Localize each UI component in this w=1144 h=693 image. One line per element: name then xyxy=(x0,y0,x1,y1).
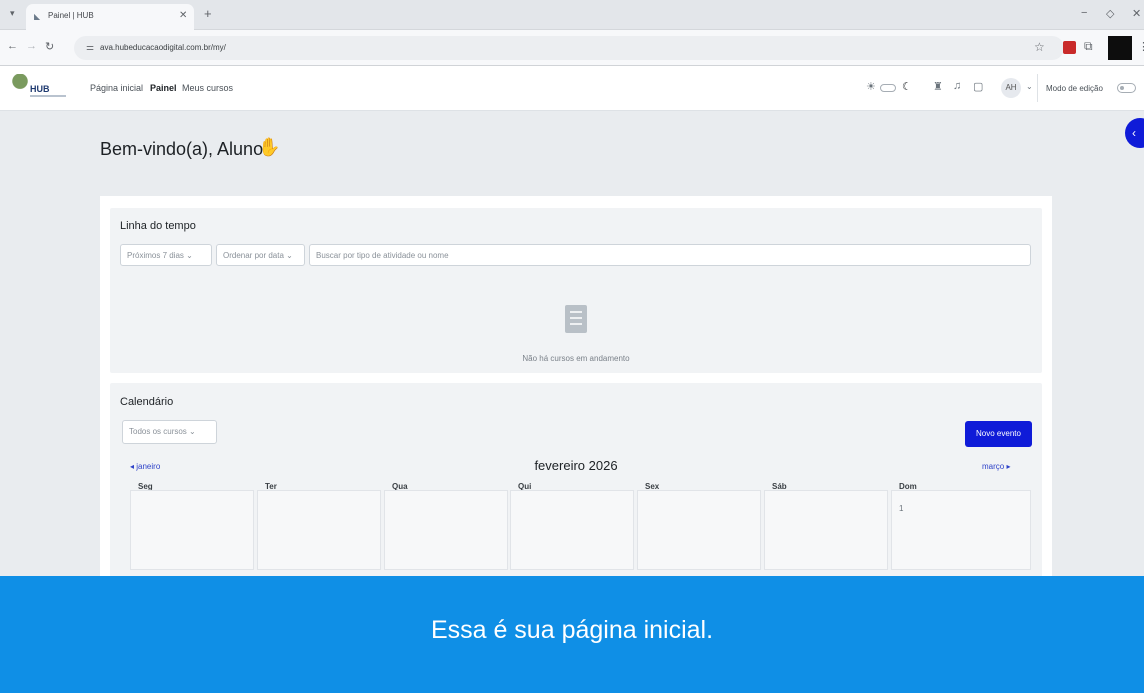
theme-toggle[interactable] xyxy=(880,84,896,92)
site-logo[interactable]: HUB xyxy=(10,74,70,102)
calendar-day-number: 1 xyxy=(899,504,904,513)
favicon-icon: ◣ xyxy=(34,12,41,21)
empty-list-icon xyxy=(565,305,587,333)
tab-search-icon[interactable]: ▾ xyxy=(10,8,15,19)
calendar-course-filter[interactable]: Todos os cursos ⌄ xyxy=(122,420,217,444)
nav-link-home[interactable]: Página inicial xyxy=(90,83,143,93)
profile-avatar[interactable] xyxy=(1108,36,1132,60)
nav-link-my-courses[interactable]: Meus cursos xyxy=(182,83,233,93)
calendar-day-cell[interactable] xyxy=(257,490,381,570)
edit-mode-toggle[interactable] xyxy=(1117,83,1136,93)
browser-menu-icon[interactable]: ⋮ xyxy=(1138,40,1144,53)
user-avatar[interactable]: AH xyxy=(1001,78,1021,98)
calendar-day-cell[interactable] xyxy=(637,490,761,570)
next-month-link[interactable]: março ▸ xyxy=(982,462,1010,471)
logo-underline xyxy=(30,95,66,97)
forward-icon[interactable]: → xyxy=(26,40,37,52)
calendar-day-cell[interactable] xyxy=(891,490,1031,570)
graduation-cap-icon[interactable]: ♜ xyxy=(933,80,943,93)
timeline-days-filter[interactable]: Próximos 7 dias ⌄ xyxy=(120,244,212,266)
moon-icon[interactable]: ☾ xyxy=(902,80,912,93)
logo-text: HUB xyxy=(30,84,50,94)
nav-link-dashboard[interactable]: Painel xyxy=(150,83,177,93)
close-tab-icon[interactable]: ✕ xyxy=(179,10,187,21)
navbar-divider xyxy=(1037,74,1038,102)
new-event-button[interactable]: Novo evento xyxy=(965,421,1032,447)
back-icon[interactable]: ← xyxy=(7,40,18,52)
chevron-down-icon[interactable]: ⌄ xyxy=(1026,82,1033,91)
notifications-bell-icon[interactable]: ♫ xyxy=(953,80,961,92)
browser-tab-bar: ▾ ◣ Painel | HUB ✕ + − ◇ ✕ xyxy=(0,0,1144,30)
tab-title: Painel | HUB xyxy=(48,11,94,20)
site-info-icon[interactable]: ⚌ xyxy=(86,42,94,53)
timeline-empty-message: Não há cursos em andamento xyxy=(522,354,630,363)
dashboard-main: Linha do tempo Próximos 7 dias ⌄ Ordenar… xyxy=(100,196,1052,596)
extensions-puzzle-icon[interactable]: ⧉ xyxy=(1084,39,1093,54)
tree-logo-icon xyxy=(12,74,28,92)
bookmark-star-icon[interactable]: ☆ xyxy=(1034,40,1045,54)
calendar-day-cell[interactable] xyxy=(130,490,254,570)
caption-text: Essa é sua página inicial. xyxy=(430,616,714,644)
calendar-month-title: fevereiro 2026 xyxy=(534,458,618,473)
close-window-icon[interactable]: ✕ xyxy=(1132,7,1141,20)
timeline-title: Linha do tempo xyxy=(120,220,196,232)
restore-icon[interactable]: ◇ xyxy=(1106,7,1114,20)
new-tab-icon[interactable]: + xyxy=(204,6,212,21)
page-title: Bem-vindo(a), Aluno! xyxy=(100,139,269,159)
calendar-day-cell[interactable] xyxy=(510,490,634,570)
calendar-course-value: Todos os cursos xyxy=(129,427,187,436)
reload-icon[interactable]: ↻ xyxy=(45,40,54,53)
timeline-search-input[interactable]: Buscar por tipo de atividade ou nome xyxy=(309,244,1031,266)
caption-banner: Essa é sua página inicial. xyxy=(0,576,1144,693)
minimize-icon[interactable]: − xyxy=(1081,7,1087,19)
timeline-sort-value: Ordenar por data xyxy=(223,251,284,260)
edit-mode-label: Modo de edição xyxy=(1046,84,1103,93)
address-bar[interactable]: ⚌ ava.hubeducacaodigital.com.br/my/ ☆ xyxy=(74,36,1064,60)
extension-icon[interactable] xyxy=(1063,41,1076,54)
browser-toolbar: ← → ↻ ⚌ ava.hubeducacaodigital.com.br/my… xyxy=(0,30,1144,66)
site-navbar: HUB Página inicial Painel Meus cursos ☀ … xyxy=(0,66,1144,111)
url-text[interactable]: ava.hubeducacaodigital.com.br/my/ xyxy=(100,43,226,52)
messages-icon[interactable]: ▢ xyxy=(973,80,983,93)
browser-tab[interactable]: ◣ Painel | HUB ✕ xyxy=(26,4,194,30)
calendar-title: Calendário xyxy=(120,396,174,408)
calendar-day-cell[interactable] xyxy=(384,490,508,570)
timeline-block: Linha do tempo Próximos 7 dias ⌄ Ordenar… xyxy=(110,208,1042,373)
sun-icon[interactable]: ☀ xyxy=(866,80,876,93)
waving-hand-icon: ✋ xyxy=(258,137,281,157)
chevron-left-icon: ‹ xyxy=(1132,126,1136,140)
calendar-day-cell[interactable] xyxy=(764,490,888,570)
calendar-block: Calendário Todos os cursos ⌄ Novo evento… xyxy=(110,383,1042,596)
next-month-label: março xyxy=(982,462,1005,471)
timeline-sort-select[interactable]: Ordenar por data ⌄ xyxy=(216,244,305,266)
timeline-days-value: Próximos 7 dias xyxy=(127,251,184,260)
